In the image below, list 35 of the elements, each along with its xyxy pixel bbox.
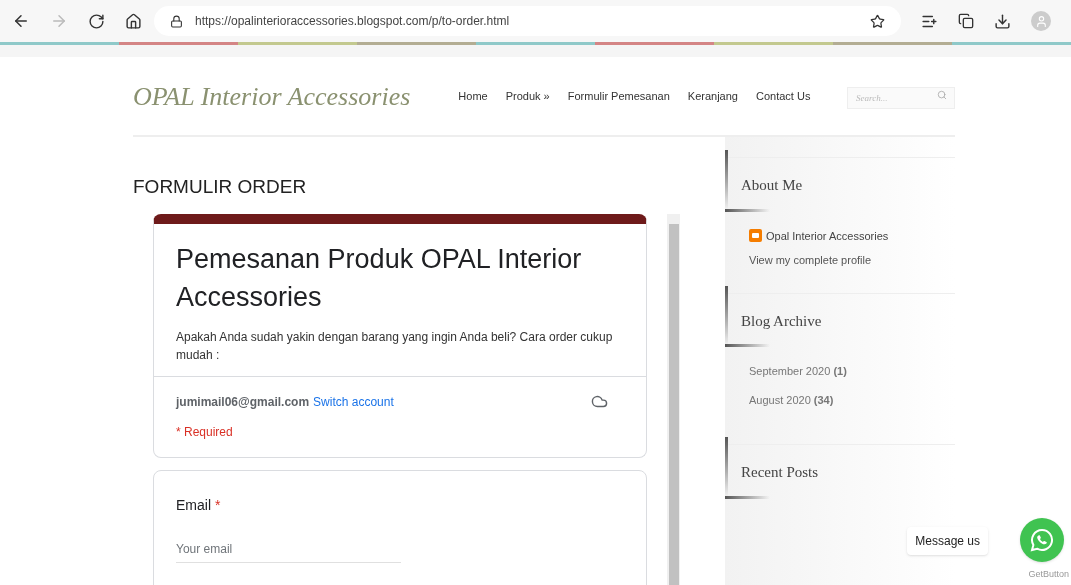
widget-title: Blog Archive [740,311,823,331]
cloud-icon [591,393,608,410]
chat-phone-icon [1030,528,1054,552]
message-bubble[interactable]: Message us [907,527,988,555]
back-icon[interactable] [12,12,30,30]
download-icon[interactable] [994,12,1011,30]
reload-icon[interactable] [88,12,105,30]
archive-link[interactable]: August 2020 (34) [749,391,955,408]
collections-icon[interactable] [958,13,974,29]
nav-link[interactable]: Produk » [505,87,550,105]
account-email: jumimail06@gmail.com [176,393,310,411]
nav-link[interactable]: Formulir Pemesanan [567,87,670,105]
favorite-star-icon[interactable] [870,13,885,29]
form-title: Pemesanan Produk OPAL Interior Accessories [176,242,583,314]
nav-link[interactable]: Keranjang [687,87,738,105]
widget-title: Recent Posts [740,463,820,482]
form-description: Apakah Anda sudah yakin dengan barang yang ingin Anda beli? Cara order cukup mudah : [176,328,614,364]
archive-link[interactable]: September 2020 (1) [749,363,955,380]
lock-icon [170,14,183,28]
nav-link[interactable]: Contact Us [755,87,811,105]
profile-link[interactable]: Opal Interior Accessories [766,227,889,244]
email-field[interactable]: Your email [176,539,401,563]
home-icon[interactable] [125,12,142,30]
required-mark: * [215,495,221,515]
profile-link[interactable]: View my complete profile [749,252,955,269]
address-bar[interactable]: https://opalinterioraccessories.blogspot.com/p/to-order.html [154,6,901,36]
switch-account-link[interactable]: Switch account [313,392,394,411]
scrollbar[interactable] [667,213,680,585]
widget-title: About Me [740,176,804,195]
nav-link[interactable]: Home [458,87,488,105]
url-text: https://opalinterioraccessories.blogspot.com/p/to-order.html [195,13,511,30]
page-title: FORMULIR ORDER [133,175,308,199]
blogger-icon [749,229,762,243]
question-label: Email [176,495,211,515]
required-note: * Required [176,423,234,441]
